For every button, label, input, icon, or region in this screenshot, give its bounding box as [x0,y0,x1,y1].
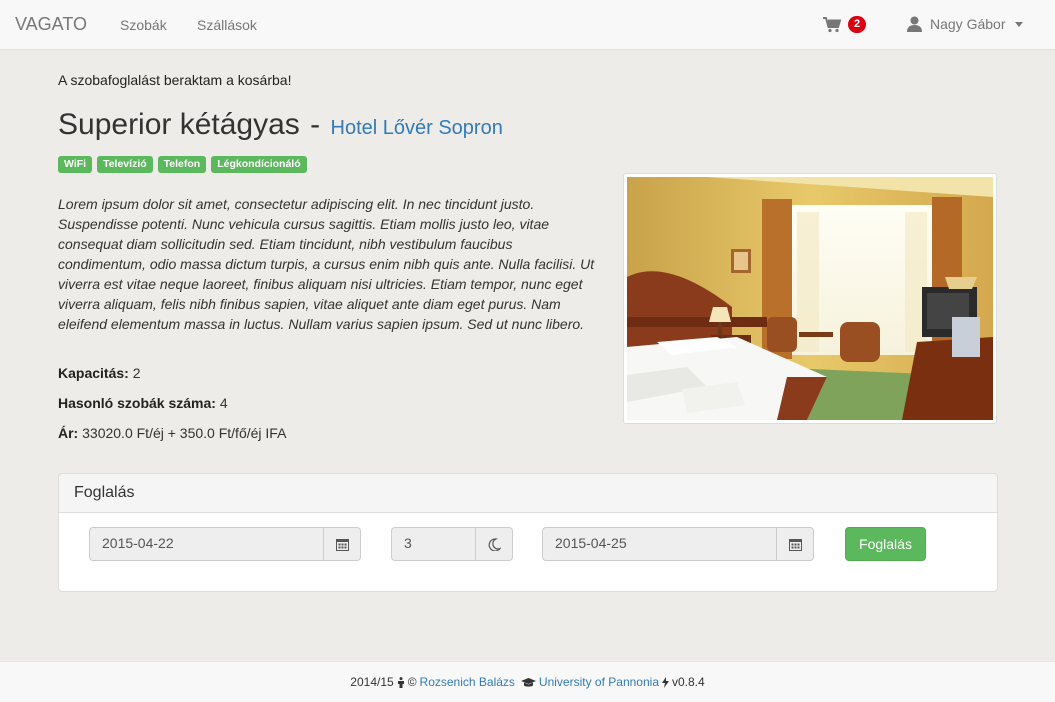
similar-rooms-value: 4 [219,395,228,411]
amenity-tag: Televízió [97,156,153,173]
nav-link-rooms[interactable]: Szobák [120,17,167,33]
footer-year: 2014/15 [350,675,394,689]
user-menu[interactable]: Nagy Gábor [907,16,1024,32]
amenity-tag: Légkondícionáló [211,156,307,173]
title-separator: - [310,108,321,141]
start-date-picker: 2015-04-22 [89,527,361,561]
navbar: VAGATO Szobák Szállások 2 Nagy Gábor [0,0,1055,50]
room-photo-image [627,177,993,420]
calendar-icon [788,538,802,551]
graduation-cap-icon [520,677,536,687]
shopping-cart-icon [823,16,841,32]
cart-count-badge: 2 [848,16,867,33]
user-name: Nagy Gábor [930,16,1006,32]
room-description: Lorem ipsum dolor sit amet, consectetur … [58,196,595,332]
price-label: Ár: [58,425,79,441]
calendar-icon [335,538,349,551]
brand-logo[interactable]: VAGATO [15,14,87,35]
moon-icon [488,537,501,551]
room-photo [623,173,997,424]
hotel-link[interactable]: Hotel Lővér Sopron [331,117,503,139]
nights-input: 3 [391,527,513,561]
amenity-tag: Telefon [157,156,207,173]
amenity-tag: WiFi [58,156,93,173]
nav-link-accommodations[interactable]: Szállások [197,17,257,33]
end-date-calendar-button[interactable] [776,527,814,561]
end-date-picker: 2015-04-25 [542,527,814,561]
university-link[interactable]: University of Pannonia [539,675,659,689]
capacity-label: Kapacitás: [58,365,129,381]
room-name: Superior kétágyas [58,108,300,141]
end-date-field[interactable]: 2015-04-25 [542,527,776,561]
footer: 2014/15 © Rozsenich Balázs University of … [0,661,1055,702]
price-value: 33020.0 Ft/éj + 350.0 Ft/fő/éj IFA [82,425,287,441]
version-label: v0.8.4 [672,675,705,689]
booking-panel-heading: Foglalás [59,474,997,513]
start-date-calendar-button[interactable] [323,527,361,561]
page-title: Superior kétágyas - Hotel Lővér Sopron [58,108,503,142]
capacity-info: Kapacitás: 2 [58,365,141,381]
cart-button[interactable]: 2 [823,16,867,33]
user-icon [907,16,922,32]
nights-addon [475,527,513,561]
price-info: Ár: 33020.0 Ft/éj + 350.0 Ft/fő/éj IFA [58,425,286,441]
start-date-field[interactable]: 2015-04-22 [89,527,323,561]
cart-confirmation-message: A szobafoglalást beraktam a kosárba! [58,72,292,88]
book-button[interactable]: Foglalás [845,527,926,561]
footer-copyright: © [407,675,417,689]
amenity-tags: WiFi Televízió Telefon Légkondícionáló [58,156,307,173]
man-icon [397,676,404,688]
chevron-down-icon [1015,21,1024,27]
similar-rooms-label: Hasonló szobák száma: [58,395,216,411]
author-link[interactable]: Rozsenich Balázs [420,675,515,689]
booking-panel: Foglalás 2015-04-22 3 2015-04-25 Foglalá… [58,473,998,592]
capacity-value: 2 [132,365,141,381]
bolt-icon [662,676,669,688]
similar-rooms-info: Hasonló szobák száma: 4 [58,395,228,411]
nights-field[interactable]: 3 [391,527,475,561]
